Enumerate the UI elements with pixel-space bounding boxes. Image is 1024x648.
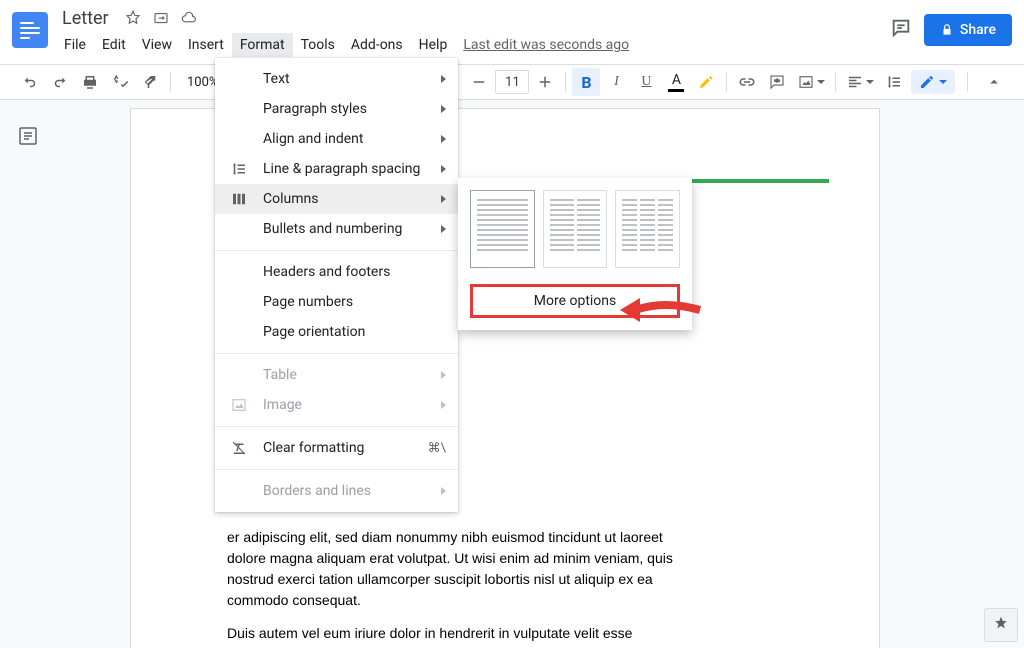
text-color-button[interactable]: A bbox=[662, 68, 690, 96]
separator bbox=[170, 72, 171, 92]
cloud-status-icon[interactable] bbox=[179, 8, 199, 28]
format-clear-formatting[interactable]: Clear formatting⌘\ bbox=[215, 433, 458, 463]
columns-2-option[interactable] bbox=[543, 190, 608, 268]
show-outline-button[interactable] bbox=[16, 124, 40, 148]
format-table: Table bbox=[215, 360, 458, 390]
menu-edit[interactable]: Edit bbox=[94, 33, 134, 57]
explore-button[interactable] bbox=[984, 608, 1018, 642]
body-paragraph[interactable]: Duis autem vel eum iriure dolor in hendr… bbox=[227, 623, 687, 648]
menu-tools[interactable]: Tools bbox=[293, 33, 343, 57]
docs-logo[interactable] bbox=[12, 12, 48, 48]
columns-icon bbox=[229, 189, 249, 209]
star-icon[interactable] bbox=[123, 8, 143, 28]
undo-button[interactable] bbox=[16, 68, 44, 96]
last-edit-link[interactable]: Last edit was seconds ago bbox=[463, 37, 629, 53]
pencil-icon bbox=[919, 74, 935, 90]
line-spacing-button[interactable] bbox=[880, 68, 908, 96]
align-button[interactable] bbox=[842, 68, 878, 96]
format-align-indent[interactable]: Align and indent bbox=[215, 124, 458, 154]
underline-button[interactable]: U bbox=[632, 68, 660, 96]
menu-file[interactable]: File bbox=[56, 33, 94, 57]
redo-button[interactable] bbox=[46, 68, 74, 96]
insert-link-button[interactable] bbox=[733, 68, 761, 96]
separator bbox=[967, 72, 968, 92]
collapse-toolbar-button[interactable] bbox=[980, 68, 1008, 96]
font-size-input[interactable]: 11 bbox=[495, 70, 529, 94]
format-page-orientation[interactable]: Page orientation bbox=[215, 317, 458, 347]
move-icon[interactable] bbox=[151, 8, 171, 28]
format-headers-footers[interactable]: Headers and footers bbox=[215, 257, 458, 287]
bold-button[interactable]: B bbox=[572, 68, 600, 96]
menu-help[interactable]: Help bbox=[411, 33, 456, 57]
format-paragraph-styles[interactable]: Paragraph styles bbox=[215, 94, 458, 124]
italic-button[interactable]: I bbox=[602, 68, 630, 96]
font-size-minus[interactable] bbox=[465, 68, 493, 96]
share-label: Share bbox=[960, 22, 996, 38]
clear-format-icon bbox=[229, 438, 249, 458]
separator bbox=[565, 72, 566, 92]
format-menu-dropdown: Text Paragraph styles Align and indent L… bbox=[215, 58, 458, 512]
menu-view[interactable]: View bbox=[134, 33, 180, 57]
columns-1-option[interactable] bbox=[470, 190, 535, 268]
format-line-spacing[interactable]: Line & paragraph spacing bbox=[215, 154, 458, 184]
doc-title[interactable]: Letter bbox=[56, 8, 115, 29]
columns-3-option[interactable] bbox=[615, 190, 680, 268]
insert-comment-button[interactable] bbox=[763, 68, 791, 96]
line-spacing-icon bbox=[229, 159, 249, 179]
annotation-arrow bbox=[615, 290, 705, 334]
format-text[interactable]: Text bbox=[215, 64, 458, 94]
body-paragraph[interactable]: er adipiscing elit, sed diam nonummy nib… bbox=[227, 527, 687, 611]
image-icon bbox=[229, 395, 249, 415]
editing-mode-button[interactable] bbox=[911, 70, 955, 94]
share-button[interactable]: Share bbox=[924, 14, 1012, 46]
format-borders-lines: Borders and lines bbox=[215, 476, 458, 506]
format-image: Image bbox=[215, 390, 458, 420]
menu-format[interactable]: Format bbox=[232, 33, 293, 57]
toolbar: 100% 11 B I U A bbox=[0, 64, 1024, 100]
print-button[interactable] bbox=[76, 68, 104, 96]
highlight-button[interactable] bbox=[692, 68, 720, 96]
menu-addons[interactable]: Add-ons bbox=[343, 33, 411, 57]
separator bbox=[835, 72, 836, 92]
spellcheck-button[interactable] bbox=[106, 68, 134, 96]
separator bbox=[726, 72, 727, 92]
menubar: File Edit View Insert Format Tools Add-o… bbox=[56, 30, 1024, 60]
comment-history-icon[interactable] bbox=[890, 17, 912, 43]
lock-icon bbox=[940, 23, 954, 37]
insert-image-button[interactable] bbox=[793, 68, 829, 96]
format-page-numbers[interactable]: Page numbers bbox=[215, 287, 458, 317]
format-columns[interactable]: Columns bbox=[215, 184, 458, 214]
format-bullets-numbering[interactable]: Bullets and numbering bbox=[215, 214, 458, 244]
menu-insert[interactable]: Insert bbox=[180, 33, 232, 57]
font-size-plus[interactable] bbox=[531, 68, 559, 96]
paint-format-button[interactable] bbox=[136, 68, 164, 96]
